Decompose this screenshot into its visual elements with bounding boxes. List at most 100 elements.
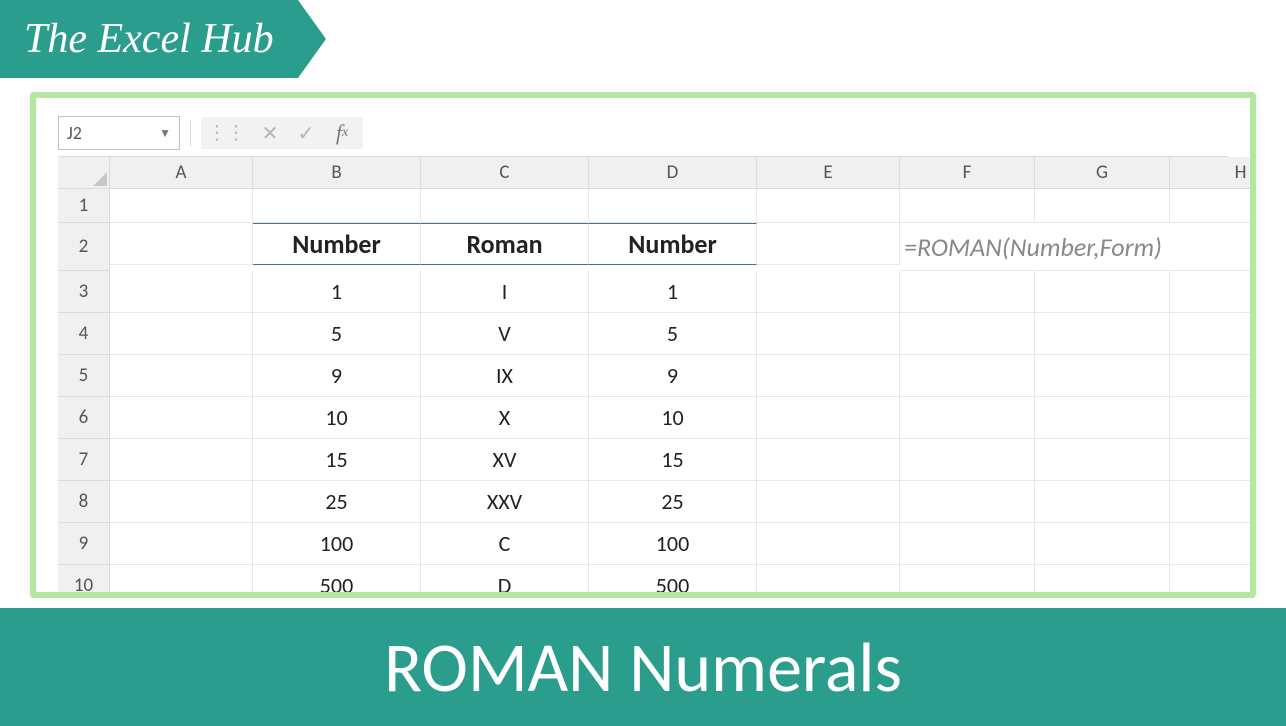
cell[interactable] bbox=[900, 439, 1035, 481]
cell[interactable] bbox=[900, 523, 1035, 565]
cell[interactable] bbox=[1035, 313, 1170, 355]
fx-icon[interactable]: fx bbox=[327, 119, 357, 147]
cell[interactable]: X bbox=[421, 397, 589, 439]
col-header-h[interactable]: H bbox=[1170, 157, 1256, 189]
cell[interactable]: D bbox=[421, 565, 589, 598]
cancel-icon[interactable]: ✕ bbox=[255, 119, 285, 147]
cell[interactable]: 9 bbox=[589, 355, 757, 397]
cell[interactable] bbox=[589, 189, 757, 223]
cell[interactable] bbox=[1035, 481, 1170, 523]
row-header-9[interactable]: 9 bbox=[58, 523, 110, 565]
cell[interactable]: 100 bbox=[589, 523, 757, 565]
cell[interactable]: 1 bbox=[589, 271, 757, 313]
cell[interactable] bbox=[1170, 523, 1256, 565]
cell[interactable] bbox=[1035, 355, 1170, 397]
cell[interactable]: 10 bbox=[589, 397, 757, 439]
cell[interactable]: 5 bbox=[589, 313, 757, 355]
cell[interactable] bbox=[1170, 313, 1256, 355]
cell[interactable] bbox=[900, 481, 1035, 523]
cell[interactable] bbox=[757, 355, 900, 397]
select-all-corner[interactable] bbox=[58, 157, 110, 189]
table-header-roman[interactable]: Roman bbox=[421, 223, 589, 265]
cell[interactable] bbox=[110, 223, 253, 265]
cell[interactable] bbox=[757, 565, 900, 598]
drag-handle-icon[interactable]: ⋮⋮ bbox=[207, 129, 245, 137]
cell[interactable]: IX bbox=[421, 355, 589, 397]
cell[interactable]: 15 bbox=[253, 439, 421, 481]
cell[interactable] bbox=[110, 523, 253, 565]
cell[interactable]: 15 bbox=[589, 439, 757, 481]
table-header-number2[interactable]: Number bbox=[589, 223, 757, 265]
cell[interactable] bbox=[900, 271, 1035, 313]
col-header-e[interactable]: E bbox=[757, 157, 900, 189]
col-header-c[interactable]: C bbox=[421, 157, 589, 189]
cell[interactable] bbox=[110, 189, 253, 223]
cell[interactable] bbox=[900, 313, 1035, 355]
cell[interactable] bbox=[1035, 271, 1170, 313]
cell[interactable]: 500 bbox=[589, 565, 757, 598]
cell[interactable]: XV bbox=[421, 439, 589, 481]
cell[interactable] bbox=[1035, 189, 1170, 223]
cell[interactable]: 500 bbox=[253, 565, 421, 598]
row-header-5[interactable]: 5 bbox=[58, 355, 110, 397]
row-header-3[interactable]: 3 bbox=[58, 271, 110, 313]
col-header-f[interactable]: F bbox=[900, 157, 1035, 189]
cell[interactable] bbox=[1035, 397, 1170, 439]
cell[interactable] bbox=[1035, 565, 1170, 598]
cell[interactable] bbox=[110, 355, 253, 397]
row-header-10[interactable]: 10 bbox=[58, 565, 110, 598]
formula-input[interactable] bbox=[373, 116, 1228, 150]
row-header-1[interactable]: 1 bbox=[58, 189, 110, 223]
row-header-6[interactable]: 6 bbox=[58, 397, 110, 439]
cell[interactable] bbox=[900, 565, 1035, 598]
cell[interactable] bbox=[900, 397, 1035, 439]
cell[interactable] bbox=[1170, 271, 1256, 313]
cell[interactable]: 100 bbox=[253, 523, 421, 565]
cell[interactable]: 5 bbox=[253, 313, 421, 355]
cell[interactable]: 25 bbox=[589, 481, 757, 523]
cell[interactable] bbox=[1035, 439, 1170, 481]
row-header-2[interactable]: 2 bbox=[58, 223, 110, 271]
cell[interactable] bbox=[421, 189, 589, 223]
cell[interactable] bbox=[1170, 439, 1256, 481]
cell[interactable] bbox=[757, 313, 900, 355]
cell[interactable] bbox=[757, 271, 900, 313]
cell[interactable] bbox=[110, 439, 253, 481]
col-header-b[interactable]: B bbox=[253, 157, 421, 189]
cell[interactable] bbox=[757, 189, 900, 223]
cell[interactable] bbox=[900, 355, 1035, 397]
cell[interactable]: 1 bbox=[253, 271, 421, 313]
cell[interactable]: I bbox=[421, 271, 589, 313]
cell[interactable] bbox=[757, 439, 900, 481]
cell[interactable] bbox=[110, 271, 253, 313]
row-header-8[interactable]: 8 bbox=[58, 481, 110, 523]
cell[interactable] bbox=[757, 523, 900, 565]
cell[interactable] bbox=[1170, 565, 1256, 598]
cell[interactable] bbox=[1170, 189, 1256, 223]
col-header-a[interactable]: A bbox=[110, 157, 253, 189]
cell[interactable] bbox=[757, 223, 900, 265]
col-header-d[interactable]: D bbox=[589, 157, 757, 189]
check-icon[interactable]: ✓ bbox=[291, 119, 321, 147]
cell[interactable]: 25 bbox=[253, 481, 421, 523]
cell[interactable] bbox=[1170, 481, 1256, 523]
cell[interactable]: 10 bbox=[253, 397, 421, 439]
cell[interactable] bbox=[757, 397, 900, 439]
row-header-4[interactable]: 4 bbox=[58, 313, 110, 355]
cell[interactable]: C bbox=[421, 523, 589, 565]
cell[interactable] bbox=[1035, 523, 1170, 565]
cell[interactable] bbox=[110, 565, 253, 598]
spreadsheet-grid[interactable]: A B C D E F G H 1 2 Number Roman Number bbox=[58, 156, 1228, 598]
col-header-g[interactable]: G bbox=[1035, 157, 1170, 189]
cell[interactable] bbox=[757, 481, 900, 523]
cell[interactable] bbox=[1170, 397, 1256, 439]
cell[interactable] bbox=[253, 189, 421, 223]
table-header-number[interactable]: Number bbox=[253, 223, 421, 265]
cell[interactable] bbox=[110, 313, 253, 355]
cell[interactable] bbox=[110, 397, 253, 439]
cell[interactable]: XXV bbox=[421, 481, 589, 523]
cell[interactable] bbox=[900, 189, 1035, 223]
cell[interactable]: 9 bbox=[253, 355, 421, 397]
cell[interactable]: V bbox=[421, 313, 589, 355]
row-header-7[interactable]: 7 bbox=[58, 439, 110, 481]
